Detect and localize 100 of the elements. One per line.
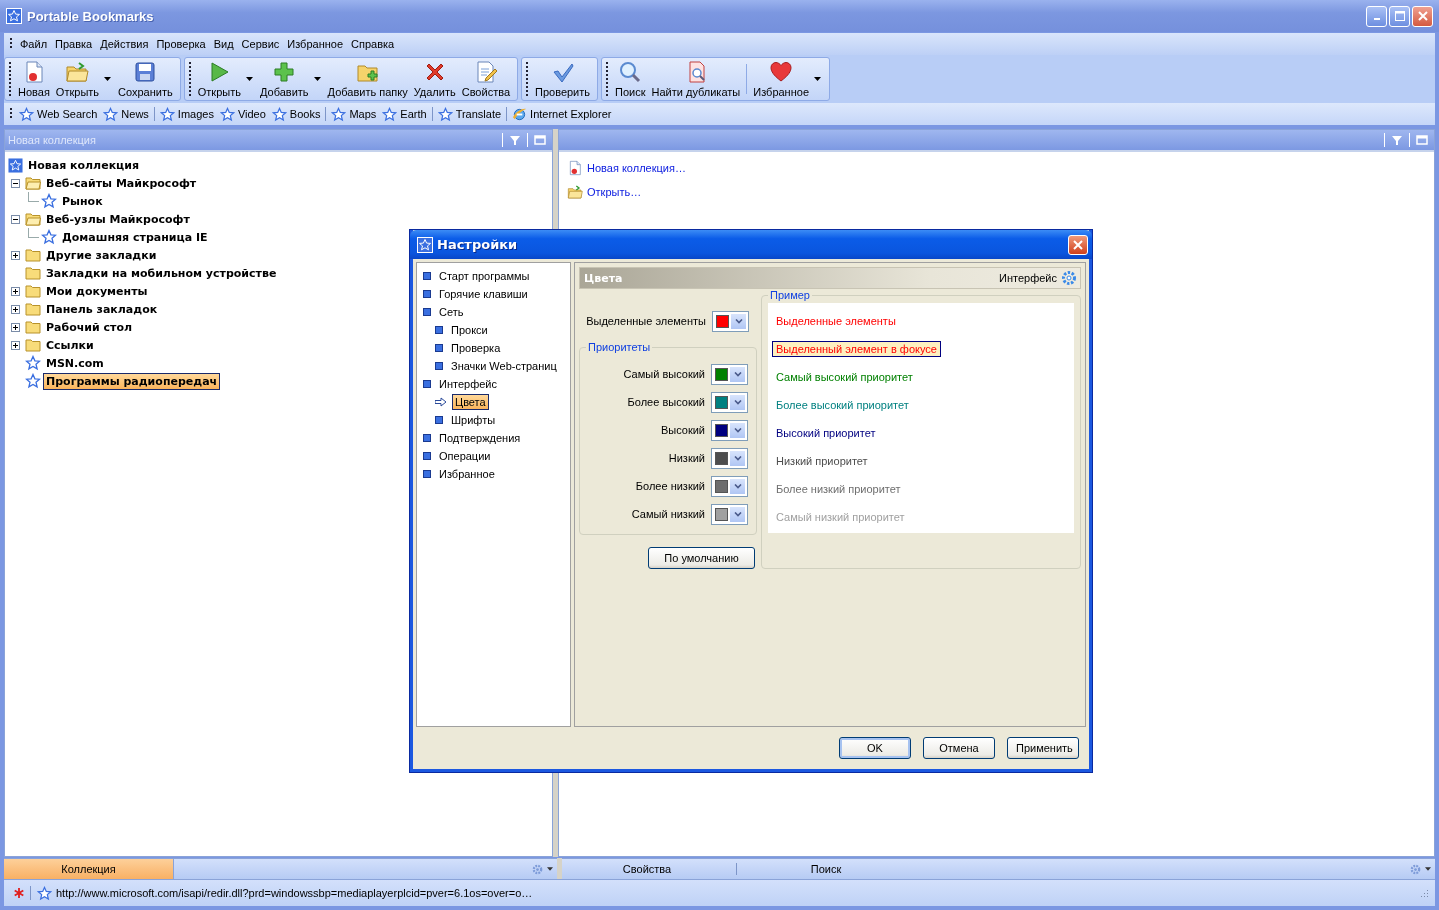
link-button[interactable]: Translate	[434, 106, 505, 122]
color-picker[interactable]	[711, 447, 748, 469]
caret-icon[interactable]	[814, 77, 821, 81]
color-picker[interactable]	[711, 419, 748, 441]
color-picker[interactable]	[711, 363, 748, 385]
nav-item[interactable]: Подтверждения	[436, 430, 524, 446]
menu-item[interactable]: Правка	[51, 36, 97, 52]
nav-item[interactable]: Сеть	[436, 304, 467, 320]
menu-item[interactable]: Вид	[209, 36, 238, 52]
menu-item[interactable]: Проверка	[152, 36, 210, 52]
tree-item[interactable]: Ссылки	[43, 336, 97, 354]
tree-item[interactable]: Программы радиопередач	[43, 372, 221, 390]
color-picker[interactable]	[712, 310, 749, 332]
toolbar-button[interactable]: Добавить	[256, 58, 312, 100]
maximize-button[interactable]	[1389, 5, 1410, 27]
window-icon[interactable]	[1416, 134, 1428, 146]
toolbar-button[interactable]: Найти дубликаты	[648, 58, 744, 100]
nav-item[interactable]: Операции	[436, 448, 494, 464]
tree-item[interactable]: Веб-сайты Майкрософт	[43, 174, 200, 192]
link-button[interactable]: Video	[216, 106, 269, 122]
expand-icon[interactable]	[11, 286, 20, 296]
caret-icon[interactable]	[104, 77, 112, 81]
close-button[interactable]	[1068, 234, 1088, 255]
link-button[interactable]: Images	[156, 106, 217, 122]
preview-text: Самый высокий приоритет	[775, 370, 914, 385]
link-button[interactable]: Earth	[379, 106, 430, 122]
color-label: Самый высокий	[623, 368, 705, 380]
expand-icon[interactable]	[11, 340, 20, 350]
action-link[interactable]: Открыть…	[587, 186, 642, 198]
toolbar-button[interactable]: Добавить папку	[324, 58, 411, 100]
link-button[interactable]: Maps	[328, 106, 380, 122]
toolbar-button[interactable]: Проверить	[532, 58, 594, 100]
tree-item[interactable]: Новая коллекция	[25, 156, 143, 174]
toolbar-button[interactable]: Новая	[15, 58, 53, 100]
toolbar-button[interactable]: Сохранить	[115, 58, 176, 100]
dialog-button[interactable]: Применить	[1007, 737, 1079, 759]
tree-item[interactable]: Мои документы	[43, 282, 151, 300]
toolbar-button[interactable]: Свойства	[458, 58, 513, 100]
star-icon	[382, 106, 398, 122]
close-button[interactable]	[1412, 5, 1433, 27]
nav-item[interactable]: Старт программы	[436, 268, 533, 284]
minimize-button[interactable]	[1366, 5, 1387, 27]
window-icon[interactable]	[534, 134, 546, 146]
toolbar-button[interactable]: Удалить	[410, 58, 459, 100]
toolbar-button[interactable]: Поиск	[612, 58, 649, 100]
color-picker[interactable]	[711, 503, 748, 525]
expand-icon[interactable]	[11, 304, 20, 314]
filter-icon[interactable]	[509, 134, 521, 146]
toolbar-button[interactable]: Открыть	[194, 58, 244, 100]
link-button[interactable]: Web Search	[16, 106, 101, 122]
tree-item[interactable]: Веб-узлы Майкрософт	[43, 210, 193, 228]
dialog-button[interactable]: Отмена	[923, 737, 995, 759]
nav-item[interactable]: Цвета	[452, 394, 489, 410]
panel-tab[interactable]: Коллекция	[4, 859, 174, 879]
nav-item[interactable]: Шрифты	[448, 412, 499, 428]
caret-icon[interactable]	[313, 77, 321, 81]
nav-item[interactable]: Интерфейс	[436, 376, 500, 392]
tree-item[interactable]: Рабочий стол	[43, 318, 136, 336]
panel-tab[interactable]: Поиск	[741, 859, 911, 879]
tree-item[interactable]: Домашняя страница IE	[59, 228, 211, 246]
collapse-icon[interactable]	[11, 214, 20, 224]
expand-icon[interactable]	[11, 322, 20, 332]
bullet-icon	[435, 326, 443, 334]
resize-grip-icon[interactable]	[1419, 888, 1429, 898]
expand-icon[interactable]	[11, 250, 20, 260]
filter-icon[interactable]	[1391, 134, 1403, 146]
collapse-icon[interactable]	[11, 178, 20, 188]
caret-icon[interactable]	[1425, 867, 1431, 871]
window-title: Portable Bookmarks	[27, 8, 154, 24]
nav-item[interactable]: Проверка	[448, 340, 504, 356]
star-icon	[25, 355, 41, 371]
tree-item[interactable]: MSN.com	[43, 354, 107, 372]
panel-tab[interactable]: Свойства	[562, 859, 732, 879]
tree-item[interactable]: Другие закладки	[43, 246, 160, 264]
toolbar-button[interactable]: Открыть	[52, 58, 103, 100]
color-picker[interactable]	[711, 475, 748, 497]
link-button[interactable]: News	[100, 106, 152, 122]
nav-item[interactable]: Прокси	[448, 322, 491, 338]
nav-item[interactable]: Значки Web-страниц	[448, 358, 560, 374]
toolbar-button[interactable]: Избранное	[750, 58, 812, 100]
nav-item[interactable]: Избранное	[436, 466, 498, 482]
action-link[interactable]: Новая коллекция…	[587, 162, 686, 174]
caret-icon[interactable]	[547, 867, 553, 871]
heart-icon	[769, 60, 794, 84]
menu-item[interactable]: Действия	[96, 36, 153, 52]
menu-item[interactable]: Избранное	[283, 36, 348, 52]
menu-item[interactable]: Сервис	[237, 36, 284, 52]
menu-item[interactable]: Справка	[347, 36, 399, 52]
caret-icon[interactable]	[245, 77, 253, 81]
folder-icon	[25, 302, 41, 316]
dialog-button[interactable]: OK	[839, 737, 911, 759]
default-button[interactable]: По умолчанию	[648, 547, 755, 569]
tree-item[interactable]: Закладки на мобильном устройстве	[43, 264, 280, 282]
link-button[interactable]: Internet Explorer	[509, 106, 615, 122]
nav-item[interactable]: Горячие клавиши	[436, 286, 531, 302]
link-button[interactable]: Books	[268, 106, 324, 122]
color-picker[interactable]	[711, 391, 748, 413]
tree-item[interactable]: Панель закладок	[43, 300, 161, 318]
menu-item[interactable]: Файл	[16, 36, 52, 52]
tree-item[interactable]: Рынок	[59, 192, 106, 210]
